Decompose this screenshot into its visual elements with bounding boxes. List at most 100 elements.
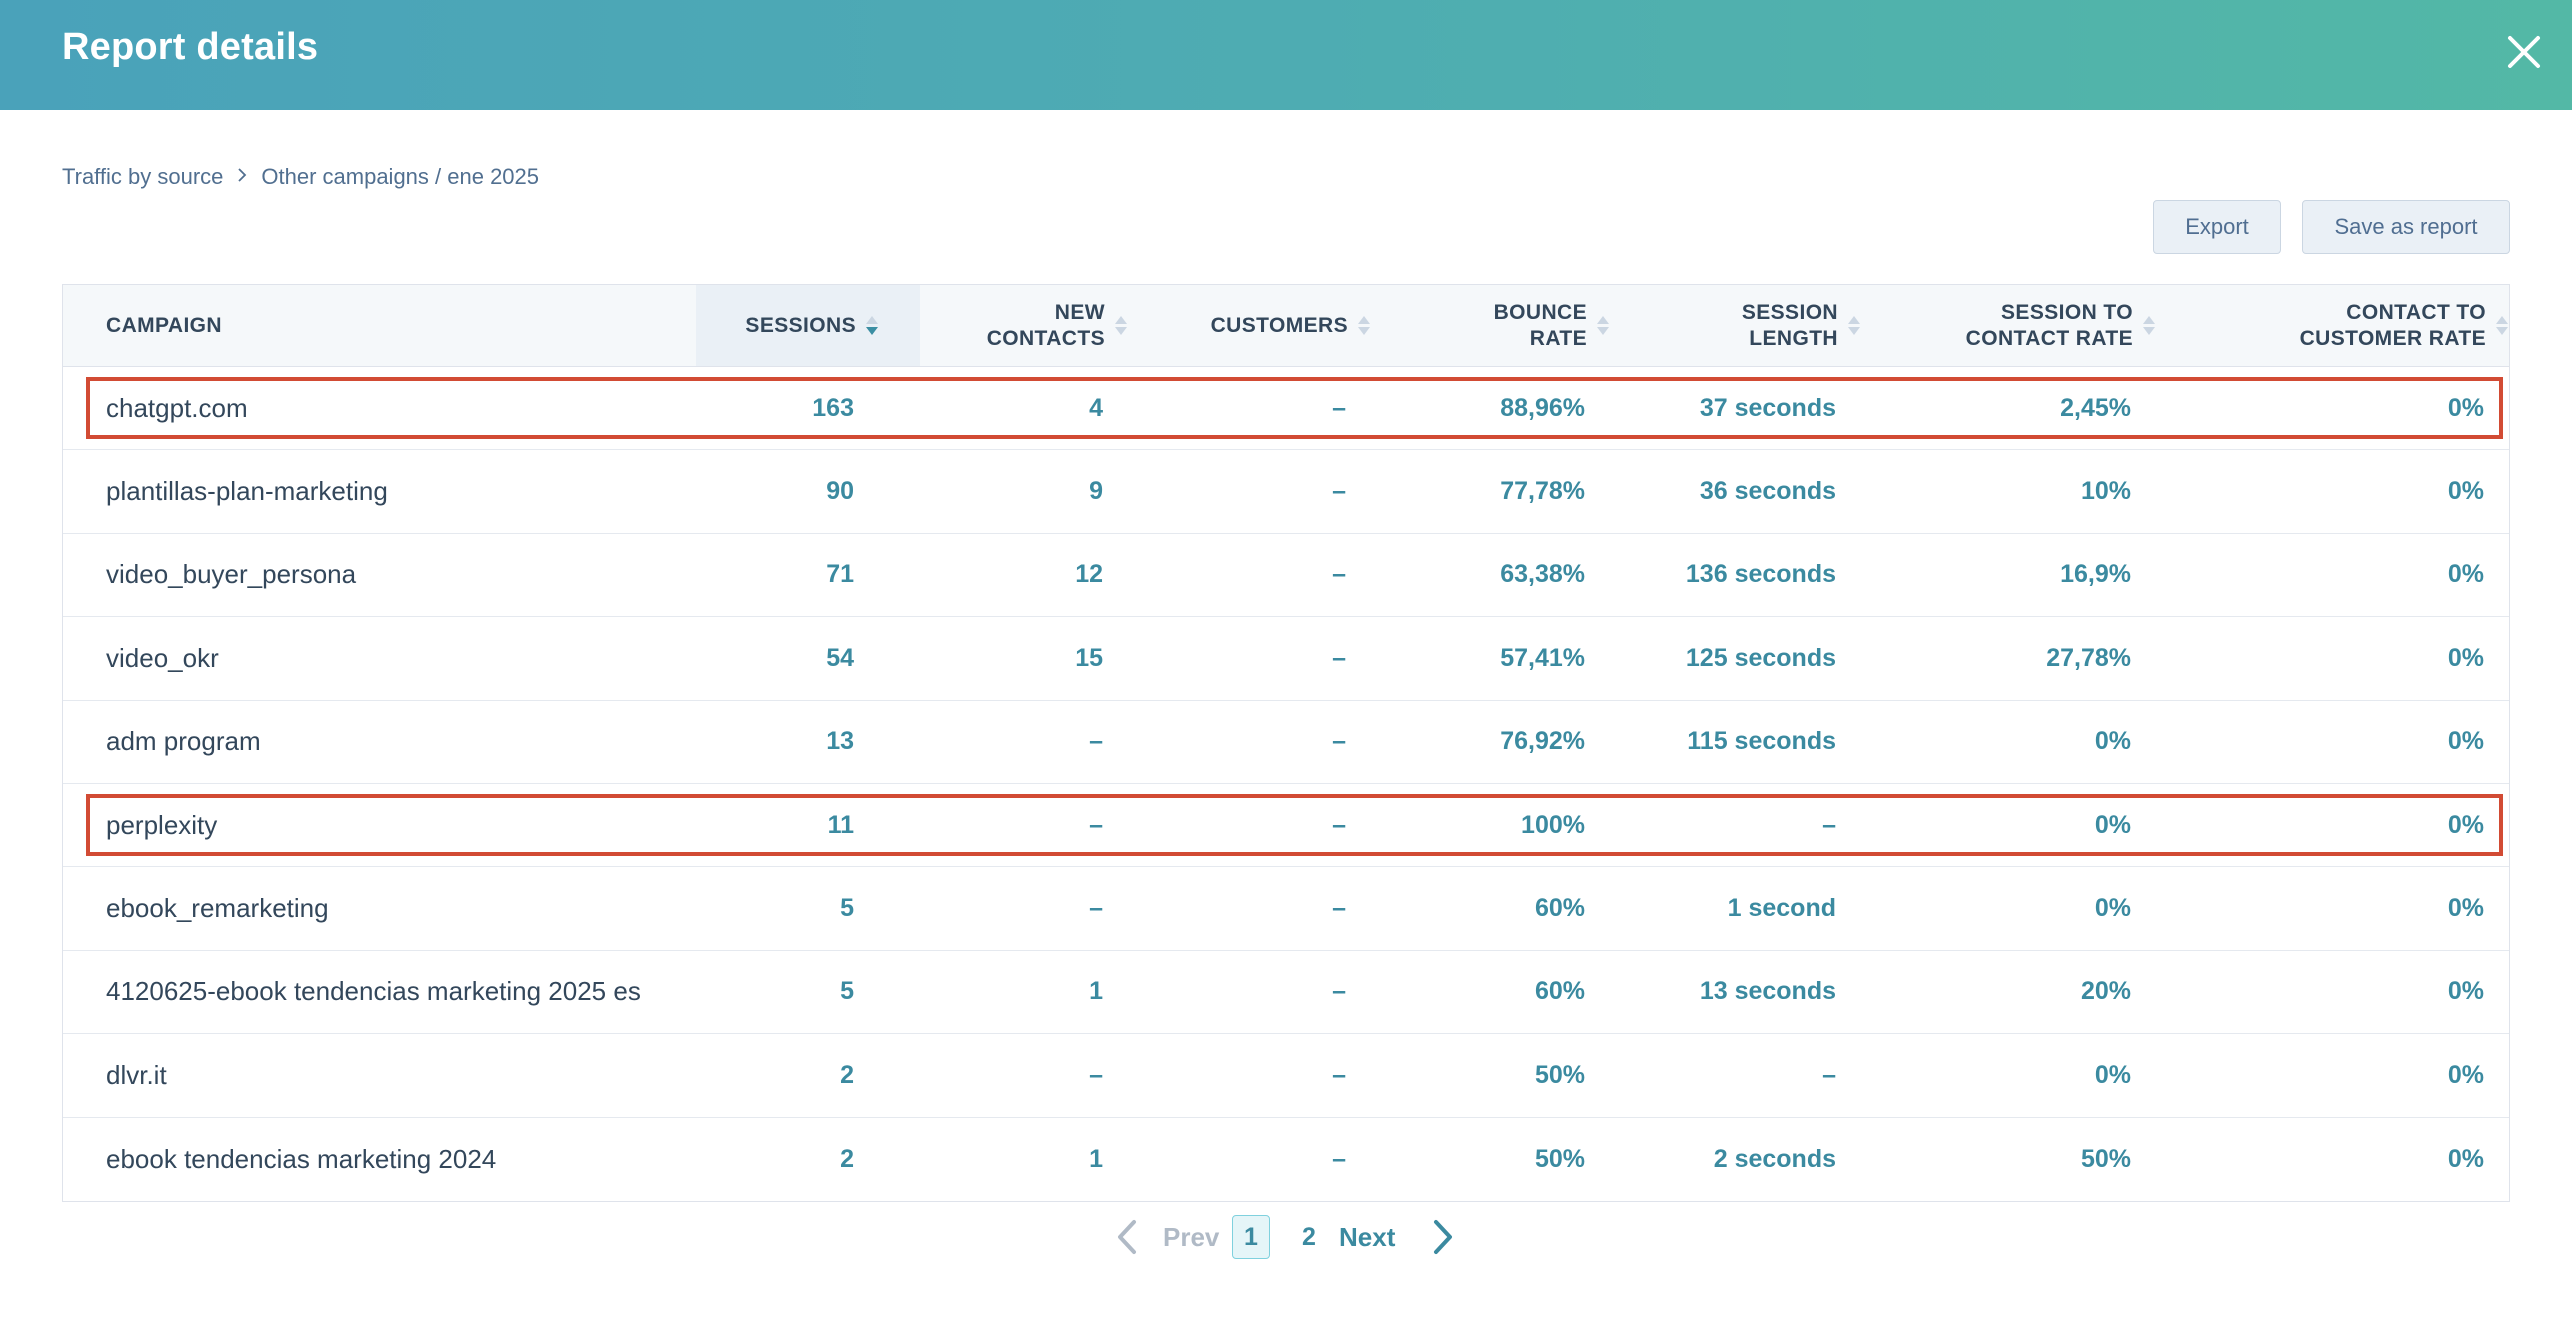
cell-customers[interactable]: –: [1127, 701, 1372, 783]
table-body: chatgpt.com 163 4–88,96% 37 seconds 2,45% 0% p…: [63, 367, 2509, 1201]
cell-sessions[interactable]: 5: [696, 867, 920, 949]
cell-session-length[interactable]: 136 seconds: [1609, 534, 1860, 616]
page-2-button[interactable]: 2: [1291, 1215, 1327, 1259]
cell-bounce-rate[interactable]: 63,38%: [1372, 534, 1609, 616]
cell-bounce-rate[interactable]: 100%: [1372, 784, 1609, 866]
cell-new-contacts[interactable]: –: [920, 784, 1127, 866]
sort-icon: [1848, 316, 1860, 335]
cell-contact-to-customer-rate[interactable]: 0%: [2155, 367, 2508, 449]
cell-contact-to-customer-rate[interactable]: 0%: [2155, 1118, 2508, 1201]
page-1-button[interactable]: 1: [1232, 1215, 1270, 1259]
cell-bounce-rate[interactable]: 50%: [1372, 1118, 1609, 1201]
cell-sessions[interactable]: 2: [696, 1118, 920, 1201]
cell-customers[interactable]: –: [1127, 784, 1372, 866]
chevron-right-icon[interactable]: [1428, 1218, 1458, 1256]
next-page-button[interactable]: Next: [1339, 1222, 1395, 1253]
cell-campaign: chatgpt.com: [106, 392, 248, 423]
cell-session-to-contact-rate[interactable]: 0%: [1860, 784, 2155, 866]
cell-contact-to-customer-rate[interactable]: 0%: [2155, 784, 2508, 866]
cell-sessions[interactable]: 2: [696, 1034, 920, 1116]
cell-session-length[interactable]: –: [1609, 1034, 1860, 1116]
table-row: ebook_remarketing 5– –60% 1 second 0% 0%: [63, 867, 2509, 951]
cell-customers[interactable]: –: [1127, 534, 1372, 616]
cell-new-contacts[interactable]: 9: [920, 450, 1127, 532]
sort-icon: [1115, 316, 1127, 335]
table-row: plantillas-plan-marketing 90 9–77,78% 36 se…: [63, 450, 2509, 534]
cell-new-contacts[interactable]: –: [920, 867, 1127, 949]
column-header-session-length[interactable]: SESSION LENGTH: [1609, 285, 1860, 366]
cell-bounce-rate[interactable]: 76,92%: [1372, 701, 1609, 783]
cell-new-contacts[interactable]: –: [920, 1034, 1127, 1116]
cell-customers[interactable]: –: [1127, 867, 1372, 949]
cell-new-contacts[interactable]: 1: [920, 1118, 1127, 1201]
cell-customers[interactable]: –: [1127, 367, 1372, 449]
cell-session-length[interactable]: 115 seconds: [1609, 701, 1860, 783]
cell-session-to-contact-rate[interactable]: 20%: [1860, 951, 2155, 1033]
cell-session-length[interactable]: 13 seconds: [1609, 951, 1860, 1033]
cell-sessions[interactable]: 54: [696, 617, 920, 699]
cell-session-to-contact-rate[interactable]: 16,9%: [1860, 534, 2155, 616]
column-header-session-to-contact-rate[interactable]: SESSION TO CONTACT RATE: [1860, 285, 2155, 366]
column-header-new-contacts[interactable]: NEW CONTACTS: [920, 285, 1127, 366]
cell-new-contacts[interactable]: 12: [920, 534, 1127, 616]
cell-customers[interactable]: –: [1127, 450, 1372, 532]
cell-session-length[interactable]: 37 seconds: [1609, 367, 1860, 449]
cell-contact-to-customer-rate[interactable]: 0%: [2155, 617, 2508, 699]
cell-contact-to-customer-rate[interactable]: 0%: [2155, 701, 2508, 783]
cell-session-to-contact-rate[interactable]: 0%: [1860, 701, 2155, 783]
cell-session-length[interactable]: 125 seconds: [1609, 617, 1860, 699]
cell-customers[interactable]: –: [1127, 1034, 1372, 1116]
cell-session-length[interactable]: 1 second: [1609, 867, 1860, 949]
column-header-contact-to-customer-rate[interactable]: CONTACT TO CUSTOMER RATE: [2155, 285, 2508, 366]
cell-contact-to-customer-rate[interactable]: 0%: [2155, 534, 2508, 616]
cell-session-to-contact-rate[interactable]: 27,78%: [1860, 617, 2155, 699]
close-button[interactable]: [2500, 28, 2548, 76]
cell-sessions[interactable]: 11: [696, 784, 920, 866]
cell-session-to-contact-rate[interactable]: 50%: [1860, 1118, 2155, 1201]
cell-contact-to-customer-rate[interactable]: 0%: [2155, 450, 2508, 532]
export-button[interactable]: Export: [2153, 200, 2281, 254]
column-header-campaign: CAMPAIGN: [106, 313, 222, 337]
cell-new-contacts[interactable]: 15: [920, 617, 1127, 699]
cell-campaign: ebook_remarketing: [106, 893, 329, 924]
sort-icon: [1358, 316, 1370, 335]
column-header-customers[interactable]: CUSTOMERS: [1127, 285, 1372, 366]
cell-bounce-rate[interactable]: 60%: [1372, 867, 1609, 949]
cell-new-contacts[interactable]: 1: [920, 951, 1127, 1033]
cell-bounce-rate[interactable]: 50%: [1372, 1034, 1609, 1116]
cell-bounce-rate[interactable]: 60%: [1372, 951, 1609, 1033]
cell-sessions[interactable]: 90: [696, 450, 920, 532]
cell-bounce-rate[interactable]: 57,41%: [1372, 617, 1609, 699]
cell-sessions[interactable]: 71: [696, 534, 920, 616]
cell-session-to-contact-rate[interactable]: 0%: [1860, 867, 2155, 949]
cell-contact-to-customer-rate[interactable]: 0%: [2155, 867, 2508, 949]
column-header-sessions[interactable]: SESSIONS: [696, 285, 920, 366]
cell-session-to-contact-rate[interactable]: 2,45%: [1860, 367, 2155, 449]
cell-sessions[interactable]: 5: [696, 951, 920, 1033]
cell-session-length[interactable]: 36 seconds: [1609, 450, 1860, 532]
cell-customers[interactable]: –: [1127, 951, 1372, 1033]
cell-customers[interactable]: –: [1127, 1118, 1372, 1201]
cell-session-length[interactable]: –: [1609, 784, 1860, 866]
cell-customers[interactable]: –: [1127, 617, 1372, 699]
save-as-report-button[interactable]: Save as report: [2302, 200, 2510, 254]
cell-contact-to-customer-rate[interactable]: 0%: [2155, 951, 2508, 1033]
cell-sessions[interactable]: 13: [696, 701, 920, 783]
cell-bounce-rate[interactable]: 88,96%: [1372, 367, 1609, 449]
sort-icon: [1597, 316, 1609, 335]
cell-session-to-contact-rate[interactable]: 0%: [1860, 1034, 2155, 1116]
cell-bounce-rate[interactable]: 77,78%: [1372, 450, 1609, 532]
cell-session-to-contact-rate[interactable]: 10%: [1860, 450, 2155, 532]
cell-campaign: dlvr.it: [106, 1059, 167, 1090]
report-table: CAMPAIGN SESSIONS NEW CONTACTS CUSTOMERS …: [62, 284, 2510, 1202]
cell-contact-to-customer-rate[interactable]: 0%: [2155, 1034, 2508, 1116]
cell-session-length[interactable]: 2 seconds: [1609, 1118, 1860, 1201]
cell-campaign: perplexity: [106, 809, 218, 840]
sort-desc-icon: [866, 316, 878, 335]
cell-campaign: video_okr: [106, 642, 219, 673]
breadcrumb-item-traffic-by-source[interactable]: Traffic by source: [62, 164, 223, 190]
cell-new-contacts[interactable]: 4: [920, 367, 1127, 449]
cell-sessions[interactable]: 163: [696, 367, 920, 449]
column-header-bounce-rate[interactable]: BOUNCE RATE: [1372, 285, 1609, 366]
cell-new-contacts[interactable]: –: [920, 701, 1127, 783]
